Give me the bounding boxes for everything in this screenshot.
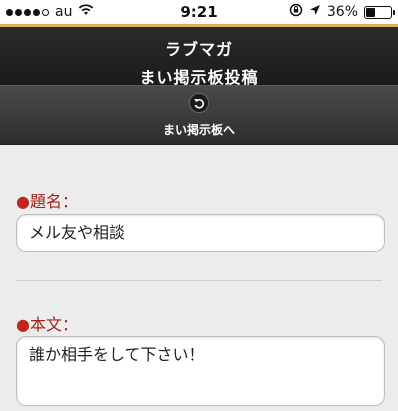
location-arrow-icon [309, 4, 321, 20]
reload-back-icon [189, 93, 209, 113]
battery-icon [364, 5, 395, 19]
body-textarea[interactable]: 誰か相手をして下さい！ [16, 336, 385, 406]
battery-level [366, 7, 375, 17]
status-right: 36% [289, 3, 395, 21]
subject-label: ●題名： [16, 192, 78, 211]
subject-input[interactable]: メル友や相談 [16, 214, 385, 252]
rotation-lock-icon [289, 3, 303, 21]
body-label: ●本文： [16, 315, 78, 334]
app-title: ラブマガ [164, 40, 233, 59]
field-divider [16, 280, 382, 281]
battery-percent: 36% [326, 4, 358, 20]
back-to-board-button[interactable]: まい掲示板へ [0, 85, 398, 145]
post-form: ●題名： メル友や相談 ●本文： 誰か相手をして下さい！ [0, 146, 398, 411]
app-header: ラブマガ まい掲示板投稿 [0, 27, 398, 87]
status-bar: au 9:21 36% [0, 0, 398, 24]
back-to-board-label: まい掲示板へ [162, 123, 235, 137]
